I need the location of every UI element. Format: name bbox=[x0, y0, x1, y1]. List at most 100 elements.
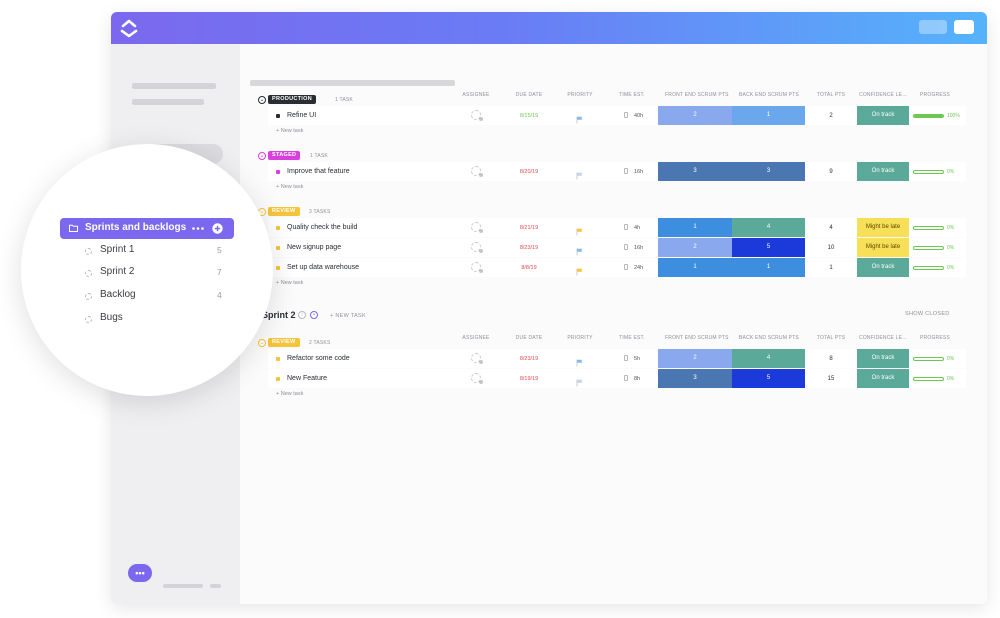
assignee-avatar-placeholder[interactable] bbox=[471, 110, 483, 121]
due-date[interactable]: 8/19/19 bbox=[509, 376, 549, 382]
front-end-pts-cell[interactable]: 2 bbox=[658, 106, 732, 125]
confidence-cell[interactable]: On track bbox=[857, 162, 909, 181]
sprint-title[interactable]: Sprint 2 bbox=[262, 310, 296, 320]
column-header-confidence-level[interactable]: CONFIDENCE LE... bbox=[853, 335, 913, 341]
time-estimate[interactable]: 16h bbox=[634, 245, 643, 251]
flag-icon[interactable] bbox=[576, 243, 584, 256]
group-collapse-icon[interactable]: ⌄ bbox=[258, 96, 266, 104]
chat-icon[interactable]: ••• bbox=[128, 564, 152, 582]
sprint-settings-icon[interactable]: • bbox=[310, 311, 318, 319]
front-end-pts-cell[interactable]: 3 bbox=[658, 369, 732, 388]
status-chip[interactable]: PRODUCTION bbox=[268, 95, 316, 104]
front-end-pts-cell[interactable]: 2 bbox=[658, 349, 732, 368]
new-task-link[interactable]: + New task bbox=[276, 391, 303, 397]
status-chip[interactable]: REVIEW bbox=[268, 207, 300, 216]
back-end-pts-cell[interactable]: 1 bbox=[732, 106, 805, 125]
confidence-cell[interactable]: On track bbox=[857, 258, 909, 277]
column-header-progress[interactable]: PROGRESS bbox=[905, 335, 965, 341]
column-header-total-pts[interactable]: TOTAL PTS bbox=[801, 335, 861, 341]
time-estimate[interactable]: 5h bbox=[634, 356, 640, 362]
flag-icon[interactable] bbox=[576, 263, 584, 276]
back-end-pts-cell[interactable]: 3 bbox=[732, 162, 805, 181]
flag-icon[interactable] bbox=[576, 111, 584, 124]
column-header-priority[interactable]: PRIORITY bbox=[550, 335, 610, 341]
new-task-link[interactable]: + New task bbox=[276, 128, 303, 134]
column-header-priority[interactable]: PRIORITY bbox=[550, 92, 610, 98]
flag-icon[interactable] bbox=[576, 223, 584, 236]
front-end-pts-cell[interactable]: 1 bbox=[658, 258, 732, 277]
column-header-front-end-scrum-pts[interactable]: FRONT END SCRUM PTS bbox=[665, 92, 729, 98]
status-chip[interactable]: STAGED bbox=[268, 151, 301, 160]
due-date[interactable]: 8/8/19 bbox=[509, 265, 549, 271]
back-end-pts-cell[interactable]: 1 bbox=[732, 258, 805, 277]
back-end-pts-cell[interactable]: 5 bbox=[732, 238, 805, 257]
sidebar-list-item[interactable]: Backlog bbox=[100, 289, 136, 300]
confidence-cell[interactable]: Might be late bbox=[857, 238, 909, 257]
flag-icon[interactable] bbox=[576, 374, 584, 387]
task-name[interactable]: Quality check the build bbox=[287, 224, 357, 231]
column-header-time-est[interactable]: TIME EST. bbox=[602, 335, 662, 341]
show-closed-toggle[interactable]: SHOW CLOSED bbox=[905, 311, 950, 317]
time-estimate[interactable]: 16h bbox=[634, 169, 643, 175]
due-date[interactable]: 8/23/19 bbox=[509, 245, 549, 251]
sidebar-list-item[interactable]: Bugs bbox=[100, 312, 123, 323]
sidebar-list-item[interactable]: Sprint 2 bbox=[100, 266, 134, 277]
column-header-time-est[interactable]: TIME EST. bbox=[602, 92, 662, 98]
top-bar-button[interactable] bbox=[919, 20, 947, 34]
column-header-front-end-scrum-pts[interactable]: FRONT END SCRUM PTS bbox=[665, 335, 729, 341]
back-end-pts-cell[interactable]: 4 bbox=[732, 349, 805, 368]
time-estimate[interactable]: 40h bbox=[634, 113, 643, 119]
add-circle-icon[interactable] bbox=[212, 223, 223, 234]
sidebar-list-item[interactable]: Sprint 1 bbox=[100, 244, 134, 255]
column-header-total-pts[interactable]: TOTAL PTS bbox=[801, 92, 861, 98]
sprint-new-task-button[interactable]: + NEW TASK bbox=[330, 313, 366, 319]
front-end-pts-cell[interactable]: 2 bbox=[658, 238, 732, 257]
back-end-pts-cell[interactable]: 5 bbox=[732, 369, 805, 388]
column-header-back-end-scrum-pts[interactable]: BACK END SCRUM PTS bbox=[739, 92, 799, 98]
column-header-assignee[interactable]: ASSIGNEE bbox=[446, 335, 506, 341]
time-estimate[interactable]: 8h bbox=[634, 376, 640, 382]
due-date[interactable]: 8/21/19 bbox=[509, 225, 549, 231]
sidebar-item-sprints-and-backlogs[interactable]: Sprints and backlogs bbox=[60, 218, 234, 239]
task-name[interactable]: Refine UI bbox=[287, 112, 316, 119]
column-header-progress[interactable]: PROGRESS bbox=[905, 92, 965, 98]
time-estimate[interactable]: 24h bbox=[634, 265, 643, 271]
new-task-link[interactable]: + New task bbox=[276, 280, 303, 286]
due-date[interactable]: 8/15/19 bbox=[509, 113, 549, 119]
column-header-confidence-level[interactable]: CONFIDENCE LE... bbox=[853, 92, 913, 98]
top-bar-button-white[interactable] bbox=[954, 20, 974, 34]
column-header-assignee[interactable]: ASSIGNEE bbox=[446, 92, 506, 98]
group-collapse-icon[interactable]: ⌄ bbox=[258, 152, 266, 160]
flag-icon[interactable] bbox=[576, 354, 584, 367]
new-task-link[interactable]: + New task bbox=[276, 184, 303, 190]
list-status-icon bbox=[85, 248, 92, 255]
confidence-cell[interactable]: On track bbox=[857, 106, 909, 125]
time-estimate[interactable]: 4h bbox=[634, 225, 640, 231]
assignee-avatar-placeholder[interactable] bbox=[471, 222, 483, 233]
task-name[interactable]: New signup page bbox=[287, 244, 341, 251]
front-end-pts-cell[interactable]: 3 bbox=[658, 162, 732, 181]
clickup-logo-icon[interactable] bbox=[119, 17, 139, 39]
front-end-pts-cell[interactable]: 1 bbox=[658, 218, 732, 237]
more-dots-icon[interactable] bbox=[192, 227, 204, 230]
due-date[interactable]: 8/20/19 bbox=[509, 169, 549, 175]
column-header-back-end-scrum-pts[interactable]: BACK END SCRUM PTS bbox=[739, 335, 799, 341]
assignee-avatar-placeholder[interactable] bbox=[471, 373, 483, 384]
task-name[interactable]: Set up data warehouse bbox=[287, 264, 359, 271]
task-name[interactable]: New Feature bbox=[287, 375, 327, 382]
back-end-pts-cell[interactable]: 4 bbox=[732, 218, 805, 237]
due-date[interactable]: 8/23/19 bbox=[509, 356, 549, 362]
confidence-cell[interactable]: On track bbox=[857, 349, 909, 368]
task-name[interactable]: Improve that feature bbox=[287, 168, 350, 175]
confidence-cell[interactable]: On track bbox=[857, 369, 909, 388]
group-collapse-icon[interactable]: ⌄ bbox=[258, 339, 266, 347]
assignee-avatar-placeholder[interactable] bbox=[471, 353, 483, 364]
task-name[interactable]: Refactor some code bbox=[287, 355, 350, 362]
status-chip[interactable]: REVIEW bbox=[268, 338, 300, 347]
assignee-avatar-placeholder[interactable] bbox=[471, 262, 483, 273]
assignee-avatar-placeholder[interactable] bbox=[471, 166, 483, 177]
confidence-cell[interactable]: Might be late bbox=[857, 218, 909, 237]
info-icon[interactable]: i bbox=[298, 311, 306, 319]
assignee-avatar-placeholder[interactable] bbox=[471, 242, 483, 253]
flag-icon[interactable] bbox=[576, 167, 584, 180]
